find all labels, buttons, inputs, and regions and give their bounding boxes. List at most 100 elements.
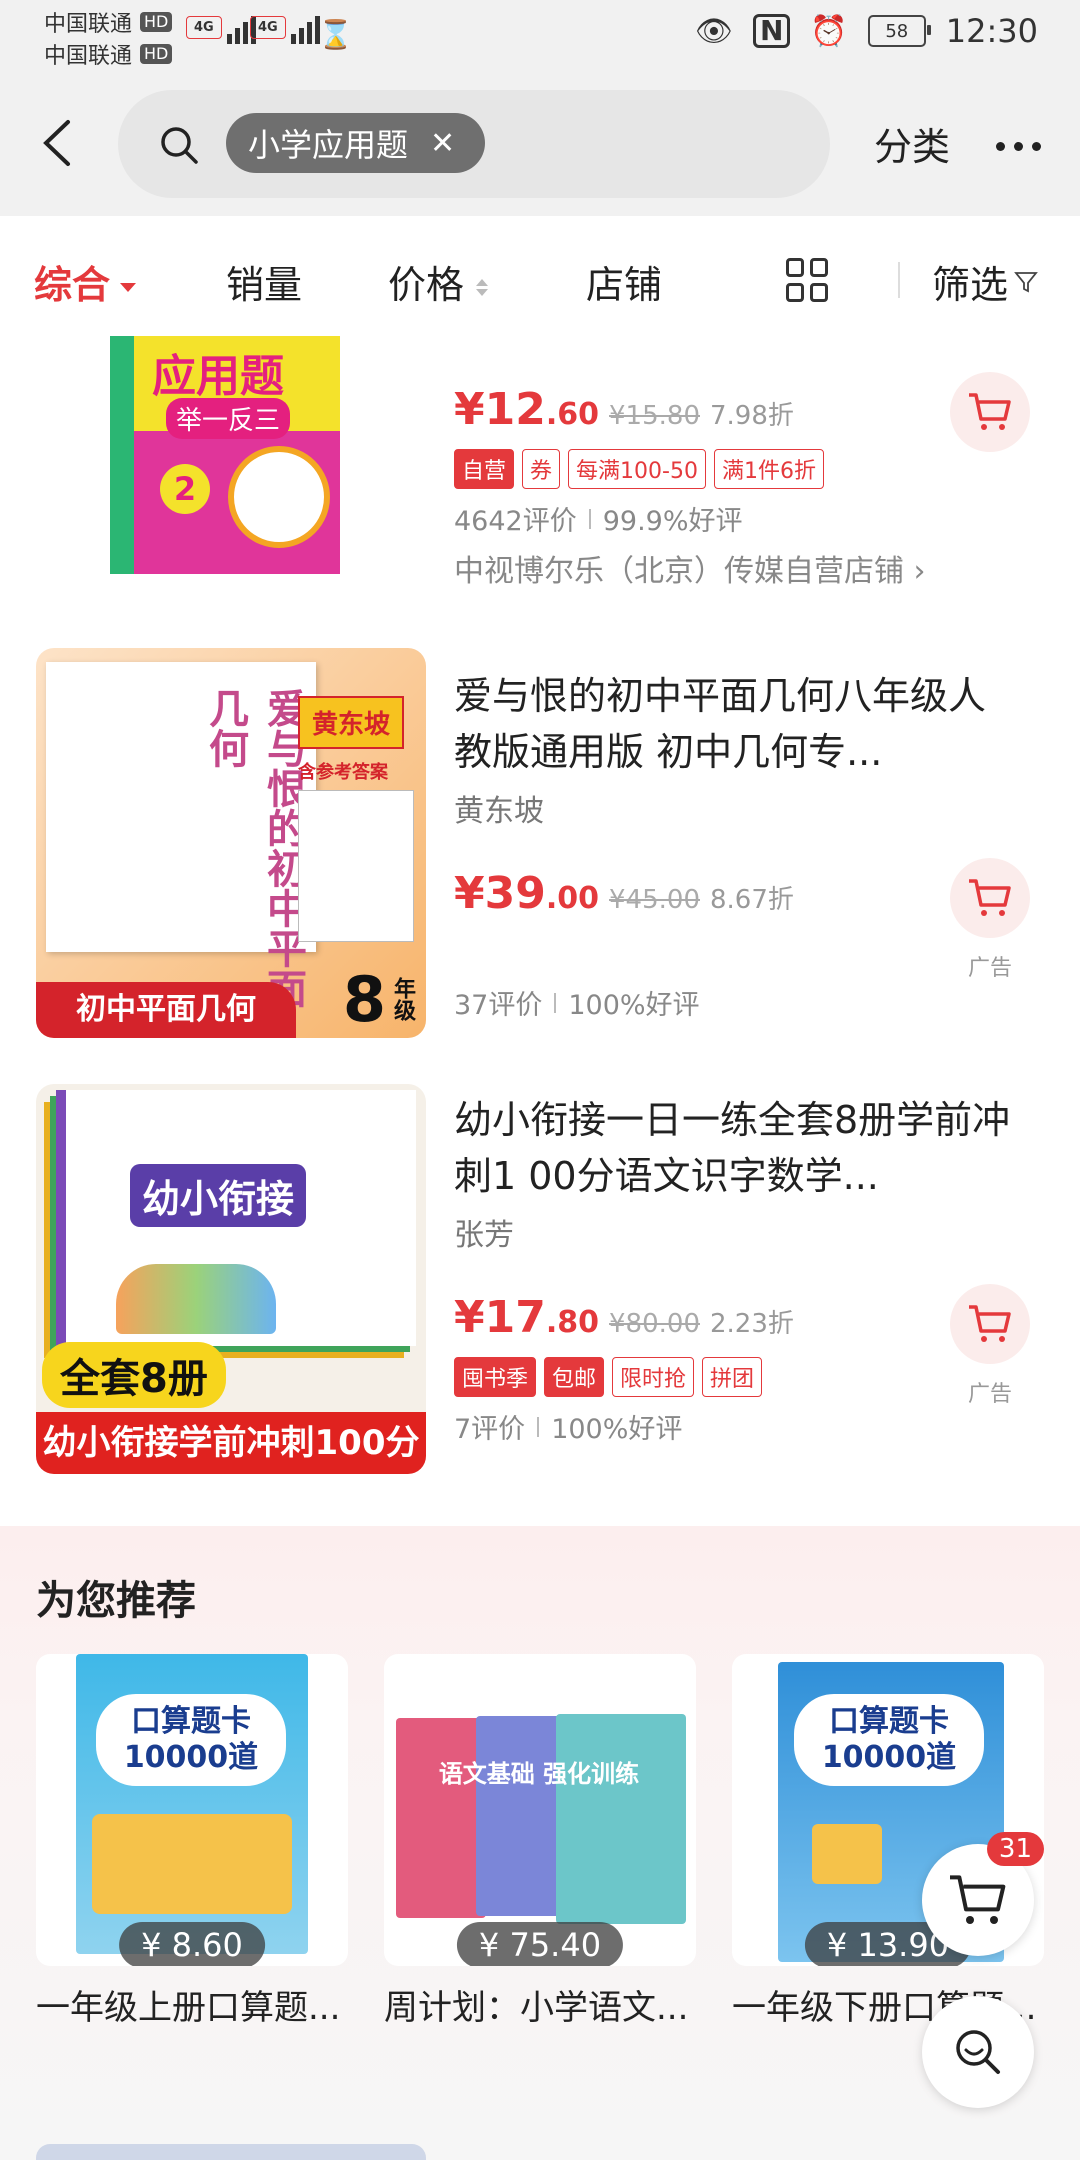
review-meta: 37评价 100%好评 bbox=[454, 990, 700, 1021]
original-price: ¥45.00 bbox=[609, 885, 700, 915]
category-button[interactable]: 分类 bbox=[874, 116, 950, 171]
ad-label: 广告 bbox=[967, 1382, 1012, 1407]
review-meta: 4642评价 99.9%好评 bbox=[454, 506, 743, 537]
hourglass-icon: ⌛ bbox=[318, 18, 353, 51]
cover-title: 口算题卡 10000道 bbox=[96, 1694, 286, 1786]
search-header: 小学应用题 ✕ 分类 bbox=[0, 70, 1080, 216]
signal-icon-2: 4G bbox=[250, 16, 320, 44]
recommend-card[interactable]: 口算题卡 10000道 ¥ 8.60 一年级上册口算题... bbox=[36, 1654, 348, 2029]
tag-promo: 囤书季 bbox=[454, 1357, 537, 1397]
query-chip[interactable]: 小学应用题 ✕ bbox=[226, 113, 486, 173]
cover-subtitle: 举一反三 bbox=[166, 398, 291, 439]
cart-icon bbox=[969, 1305, 1011, 1342]
product-image[interactable]: 爱与恨的初中平面几何 黄东坡 含参考答案 初中平面几何 8 年级 bbox=[36, 648, 426, 1038]
cover-title: 幼小衔接 bbox=[130, 1164, 307, 1227]
recommend-image[interactable]: 语文基础 强化训练 ¥ 75.40 bbox=[384, 1654, 696, 1966]
funnel-icon bbox=[1014, 271, 1038, 292]
clock: 12:30 bbox=[945, 12, 1038, 50]
cover-title: 应用题 bbox=[152, 351, 284, 402]
product-image[interactable]: 应用题 举一反三 2 bbox=[110, 336, 340, 574]
tab-price[interactable]: 价格 bbox=[388, 254, 489, 309]
eye-icon: 👁 bbox=[694, 13, 733, 49]
tab-sales[interactable]: 销量 bbox=[226, 254, 302, 309]
cart-count-badge: 31 bbox=[986, 1832, 1044, 1866]
price-value: ¥ 75.40 bbox=[456, 1922, 624, 1966]
next-card-peek bbox=[36, 2144, 426, 2160]
price-value: ¥ 8.60 bbox=[119, 1922, 265, 1966]
recommend-image[interactable]: 口算题卡 10000道 ¥ 8.60 bbox=[36, 1654, 348, 1966]
cover-author: 黄东坡 bbox=[298, 696, 405, 749]
original-price: ¥15.80 bbox=[609, 401, 700, 431]
cover-badge: 全套8册 bbox=[42, 1342, 226, 1408]
product-title[interactable]: 幼小衔接一日一练全套8册学前冲刺1 00分语文识字数学... bbox=[454, 1092, 1014, 1204]
tag-coupon: 券 bbox=[522, 449, 561, 489]
sort-arrows-icon bbox=[476, 279, 489, 296]
ad-label: 广告 bbox=[967, 956, 1012, 981]
cover-grade: 8 bbox=[342, 963, 386, 1036]
price-value: 39 bbox=[484, 868, 546, 919]
alarm-icon: ⏰ bbox=[810, 13, 848, 49]
caret-down-icon bbox=[120, 283, 137, 292]
hd-badge: HD bbox=[140, 44, 173, 64]
product-title[interactable]: 爱与恨的初中平面几何八年级人教版通用版 初中几何专... bbox=[454, 668, 1014, 780]
add-to-cart-button[interactable] bbox=[950, 372, 1030, 452]
review-meta: 7评价 100%好评 bbox=[454, 1414, 683, 1445]
tag-self-run: 自营 bbox=[454, 449, 515, 489]
shop-link[interactable]: 中视博尔乐（北京）传媒自营店铺 › bbox=[454, 546, 1014, 590]
back-arrow-icon[interactable] bbox=[38, 118, 78, 168]
tag-list: 囤书季 包邮 限时抢 拼团 bbox=[454, 1357, 1014, 1397]
discount: 7.98折 bbox=[710, 401, 794, 431]
cover-grade-unit: 年级 bbox=[390, 977, 415, 1021]
carrier-1: 中国联通 HD bbox=[44, 6, 173, 38]
tag-flash-sale: 限时抢 bbox=[612, 1357, 695, 1397]
cart-icon bbox=[950, 1875, 1006, 1924]
tag-promo: 满1件6折 bbox=[713, 449, 824, 489]
floating-search-button[interactable] bbox=[922, 1996, 1034, 2108]
add-to-cart-button[interactable] bbox=[950, 1284, 1030, 1364]
search-icon bbox=[956, 2030, 1000, 2074]
tab-comprehensive[interactable]: 综合 bbox=[34, 254, 137, 309]
tag-promo: 每满100-50 bbox=[568, 449, 706, 489]
recommend-name[interactable]: 周计划：小学语文... bbox=[384, 1980, 696, 2029]
grid-view-icon[interactable] bbox=[786, 258, 830, 302]
discount: 8.67折 bbox=[710, 885, 794, 915]
hd-badge: HD bbox=[140, 12, 173, 32]
cover-banner: 初中平面几何 bbox=[36, 982, 296, 1038]
carrier-2: 中国联通 HD bbox=[44, 38, 173, 70]
floating-cart-button[interactable]: 31 bbox=[922, 1832, 1044, 1956]
price-value: 12 bbox=[484, 384, 546, 435]
add-to-cart-button[interactable] bbox=[950, 858, 1030, 938]
divider bbox=[898, 262, 900, 298]
price-value: 17 bbox=[484, 1292, 546, 1343]
tab-store[interactable]: 店铺 bbox=[586, 254, 662, 309]
product-image[interactable]: 幼小衔接 全套8册 幼小衔接学前冲刺100分 bbox=[36, 1084, 426, 1474]
product-author: 黄东坡 bbox=[454, 794, 544, 829]
more-icon[interactable] bbox=[996, 142, 1041, 151]
close-icon[interactable]: ✕ bbox=[430, 126, 455, 161]
search-icon bbox=[161, 127, 198, 164]
product-card[interactable]: 应用题 举一反三 2 ¥12.60 ¥15.80 7.98折 自营 券 每满10… bbox=[0, 336, 1080, 614]
discount: 2.23折 bbox=[710, 1309, 794, 1339]
signal-icon: 4G bbox=[186, 16, 256, 44]
recommend-section: 为您推荐 口算题卡 10000道 ¥ 8.60 一年级上册口算题... 语文基础… bbox=[0, 1526, 1080, 2160]
search-input[interactable]: 小学应用题 ✕ bbox=[118, 90, 830, 198]
original-price: ¥80.00 bbox=[609, 1309, 700, 1339]
cart-icon bbox=[969, 879, 1011, 916]
tag-free-shipping: 包邮 bbox=[544, 1357, 605, 1397]
filter-button[interactable]: 筛选 bbox=[932, 254, 1038, 309]
recommend-name[interactable]: 一年级上册口算题... bbox=[36, 1980, 348, 2029]
battery-icon: 58 bbox=[867, 15, 931, 47]
cover-note: 含参考答案 bbox=[298, 762, 388, 783]
recommend-card[interactable]: 语文基础 强化训练 ¥ 75.40 周计划：小学语文... bbox=[384, 1654, 696, 2029]
product-card[interactable]: 幼小衔接 全套8册 幼小衔接学前冲刺100分 幼小衔接一日一练全套8册学前冲刺1… bbox=[0, 1074, 1080, 1474]
carrier-1-label: 中国联通 bbox=[44, 12, 133, 37]
section-title: 为您推荐 bbox=[36, 1578, 196, 1624]
cart-icon bbox=[969, 393, 1011, 430]
carrier-2-label: 中国联通 bbox=[44, 44, 133, 69]
nfc-icon: N bbox=[752, 14, 791, 48]
sort-tabs: 综合 销量 价格 店铺 筛选 bbox=[0, 216, 1080, 338]
status-bar: 中国联通 HD 中国联通 HD 4G 4G ⌛ 👁 N ⏰ 58 12:30 bbox=[0, 0, 1080, 70]
product-card[interactable]: 爱与恨的初中平面几何 黄东坡 含参考答案 初中平面几何 8 年级 爱与恨的初中平面… bbox=[0, 648, 1080, 1044]
cover-title: 语文基础 强化训练 bbox=[438, 1760, 640, 1788]
cover-banner: 幼小衔接学前冲刺100分 bbox=[36, 1412, 426, 1474]
